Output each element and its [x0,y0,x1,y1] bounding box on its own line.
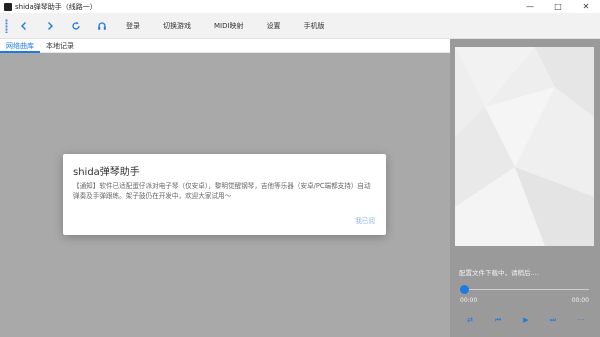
menu-switch-game[interactable]: 切换游戏 [163,21,191,31]
window-title: shida弹琴助手（线路一） [15,2,97,11]
toolbar: 登录 切换游戏 MIDI映射 设置 手机版 [0,13,600,39]
refresh-icon[interactable] [68,18,84,34]
window-controls: — □ ✕ [516,0,600,13]
dialog-title: shida弹琴助手 [73,167,140,178]
menu-settings[interactable]: 设置 [267,21,281,31]
toolbar-menu: 登录 切换游戏 MIDI映射 设置 手机版 [126,21,348,31]
player-panel: 配置文件下载中，请稍后.... 00:00 00:00 ⇄ ⏮ ▶ ⏭ ··· [450,39,600,337]
headphones-icon[interactable] [94,18,110,34]
next-icon[interactable]: ⏭ [546,314,560,326]
dialog-acknowledge-button[interactable]: 我已阅 [355,215,375,225]
album-cover [455,47,594,246]
tab-bar: 网络曲库 本地记录 [0,39,450,53]
previous-icon[interactable]: ⏮ [491,314,505,326]
total-time: 00:00 [571,297,589,304]
notice-dialog: shida弹琴助手 【通知】软件已适配蛋仔派对电子琴（仅安卓），黎明觉醒钢琴，吉… [63,154,386,235]
progress-slider[interactable] [465,289,589,290]
forward-icon[interactable] [42,18,58,34]
current-time: 00:00 [460,297,478,304]
playback-controls: ⇄ ⏮ ▶ ⏭ ··· [450,314,600,326]
minimize-button[interactable]: — [516,0,544,13]
shuffle-icon[interactable]: ⇄ [463,314,477,326]
play-icon[interactable]: ▶ [519,314,533,326]
title-bar: shida弹琴助手（线路一） — □ ✕ [0,0,600,13]
drag-handle-icon[interactable] [5,18,8,33]
dialog-message: 【通知】软件已适配蛋仔派对电子琴（仅安卓），黎明觉醒钢琴，吉他等乐器（安卓/PC… [73,182,371,200]
tab-online-library[interactable]: 网络曲库 [0,39,40,53]
more-icon[interactable]: ··· [574,314,588,326]
back-icon[interactable] [16,18,32,34]
close-button[interactable]: ✕ [572,0,600,13]
download-status: 配置文件下载中，请稍后.... [459,269,539,277]
maximize-button[interactable]: □ [544,0,572,13]
menu-login[interactable]: 登录 [126,21,140,31]
progress-handle[interactable] [460,285,469,294]
menu-mobile-version[interactable]: 手机版 [304,21,325,31]
tab-local-records[interactable]: 本地记录 [40,39,80,53]
app-logo-icon [4,2,12,11]
menu-midi-mapping[interactable]: MIDI映射 [214,21,244,31]
